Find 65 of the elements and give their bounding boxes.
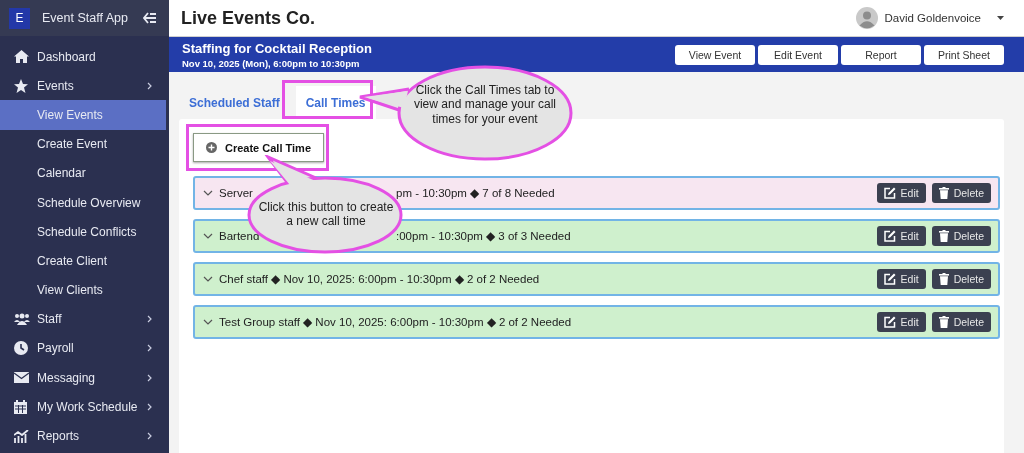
sidebar-item[interactable]: Calendar	[0, 158, 166, 188]
avatar-icon	[856, 7, 879, 29]
star-icon	[14, 78, 28, 93]
call-time-summary: Server	[219, 187, 254, 199]
call-time-summary: Test Group staff ◆ Nov 10, 2025: 6:00pm - 10:30pm ◆ 2 of 2 Needed	[219, 315, 572, 329]
trash-icon	[938, 273, 949, 285]
edit-icon	[883, 187, 896, 199]
chevron-down-icon[interactable]	[203, 233, 213, 239]
call-time-summary: Chef staff ◆ Nov 10, 2025: 6:00pm - 10:30pm ◆ 2 of 2 Needed	[219, 272, 540, 286]
sidebar-item[interactable]: Staff	[0, 304, 166, 334]
edit-icon	[883, 230, 896, 242]
sidebar-item[interactable]: View Clients	[0, 275, 166, 305]
chevron-down-icon[interactable]	[203, 276, 213, 282]
call-time-summary: :00pm - 10:30pm ◆ 3 of 3 Needed	[396, 229, 571, 243]
event-date: Nov 10, 2025 (Mon), 6:00pm to 10:30pm	[182, 57, 361, 69]
sidebar-item[interactable]: Payroll	[0, 333, 166, 364]
calendar-icon	[14, 399, 27, 414]
users-icon	[14, 313, 30, 326]
call-time-summary: pm - 10:30pm ◆ 7 of 8 Needed	[396, 186, 555, 200]
chevron-down-icon[interactable]	[203, 190, 213, 196]
delete-button[interactable]: Delete	[931, 226, 991, 246]
event-title: Staffing for Cocktail Reception	[182, 40, 373, 56]
sidebar-item[interactable]: Messaging	[0, 363, 166, 393]
app-logo: E	[9, 7, 30, 29]
sidebar-item[interactable]: Schedule Overview	[0, 187, 166, 218]
chevron-down-icon[interactable]	[203, 319, 213, 325]
banner-button[interactable]: Report	[841, 44, 921, 65]
sidebar-item[interactable]: Reports	[0, 421, 166, 451]
sidebar-item[interactable]: Schedule Conflicts	[0, 217, 166, 247]
sidebar-item[interactable]: Create Event	[0, 129, 166, 159]
edit-button[interactable]: Edit	[876, 269, 926, 289]
delete-button[interactable]: Delete	[931, 183, 991, 203]
tab[interactable]: Scheduled Staff	[179, 86, 290, 119]
app-name: Event Staff App	[42, 11, 129, 25]
banner-button[interactable]: View Event	[675, 44, 755, 65]
call-time-row[interactable]: Test Group staff ◆ Nov 10, 2025: 6:00pm - 10:30pm ◆ 2 of 2 Needed Edit Delete	[193, 305, 1000, 339]
create-call-time-button[interactable]: Create Call Time	[193, 133, 324, 162]
sidebar-item[interactable]: View Events	[0, 100, 166, 130]
user-menu[interactable]: David Goldenvoice	[856, 7, 1004, 29]
mail-icon	[14, 372, 29, 384]
sidebar-item[interactable]: Create Client	[0, 246, 166, 276]
clock-icon	[14, 341, 28, 356]
edit-button[interactable]: Edit	[876, 312, 926, 332]
plus-circle-icon	[206, 142, 217, 153]
chart-icon	[14, 429, 29, 443]
edit-icon	[883, 316, 896, 328]
company-name: Live Events Co.	[181, 7, 317, 29]
call-time-summary: Bartend	[219, 230, 261, 242]
home-icon	[14, 50, 29, 64]
trash-icon	[938, 230, 949, 242]
call-time-row[interactable]: Chef staff ◆ Nov 10, 2025: 6:00pm - 10:30pm ◆ 2 of 2 Needed Edit Delete	[193, 262, 1000, 296]
banner-button[interactable]: Print Sheet	[924, 44, 1004, 65]
edit-icon	[883, 273, 896, 285]
edit-button[interactable]: Edit	[876, 226, 926, 246]
banner-button[interactable]: Edit Event	[758, 44, 838, 65]
sidebar-item[interactable]: Events	[0, 71, 166, 101]
edit-button[interactable]: Edit	[876, 183, 926, 203]
trash-icon	[938, 316, 949, 328]
caret-icon	[997, 16, 1004, 20]
delete-button[interactable]: Delete	[931, 269, 991, 289]
collapse-icon[interactable]	[143, 12, 157, 24]
sidebar-item[interactable]: Dashboard	[0, 42, 166, 72]
sidebar-item[interactable]: My Work Schedule	[0, 392, 166, 422]
trash-icon	[938, 187, 949, 199]
delete-button[interactable]: Delete	[931, 312, 991, 332]
